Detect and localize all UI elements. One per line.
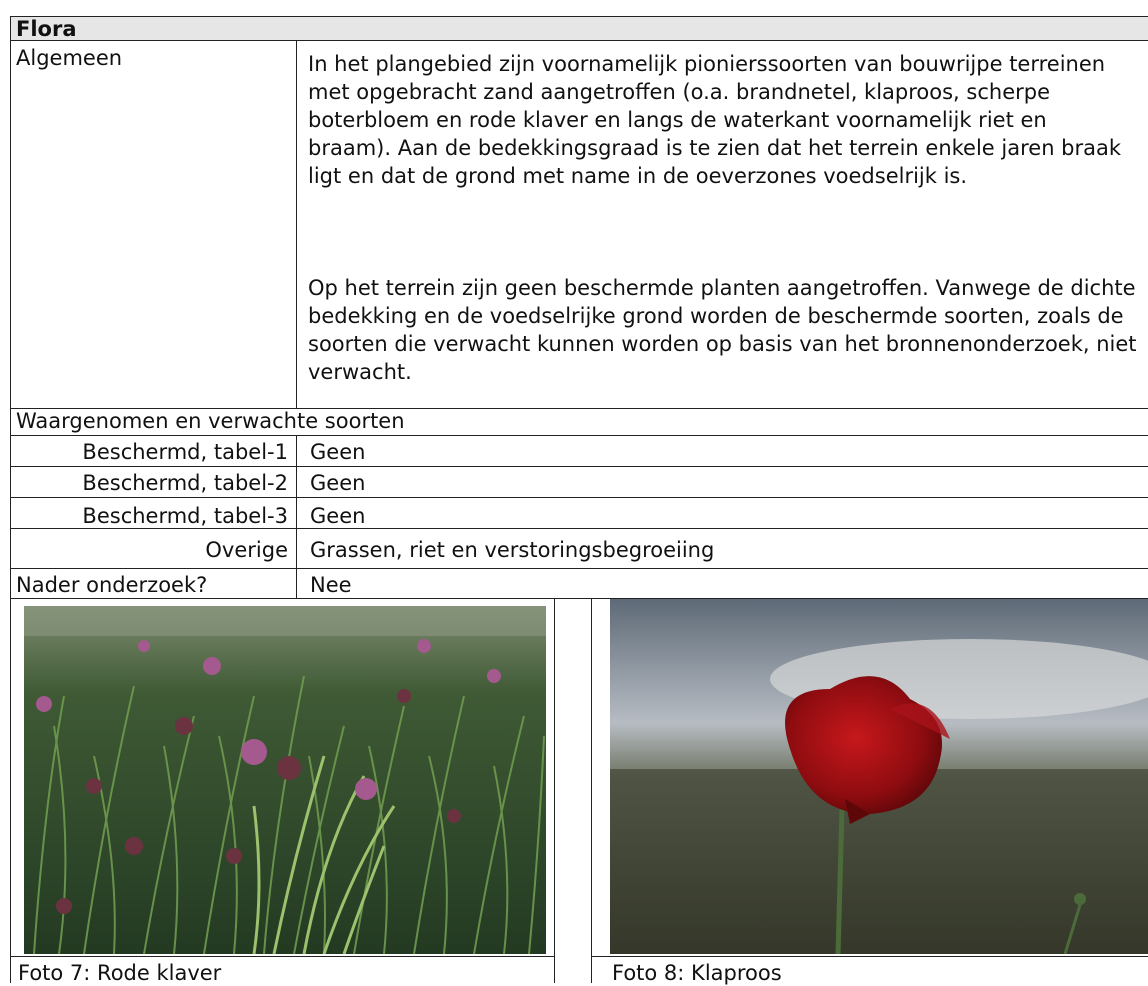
row-label-tabel-1: Beschermd, tabel-1 [82,440,288,464]
flora-table: Flora Algemeen In het plangebied zijn vo… [0,0,1148,985]
photo-7-caption: Foto 7: Rode klaver [18,961,222,985]
table-border [10,40,1148,41]
photo-poppy [610,599,1148,954]
table-border [10,568,1148,569]
row-label-tabel-2: Beschermd, tabel-2 [82,471,288,495]
algemeen-paragraph-1: In het plangebied zijn voornamelijk pion… [308,52,1122,188]
photo-red-clover [24,606,546,954]
table-border [10,497,1148,498]
row-value-tabel-3: Geen [310,504,366,528]
observed-species-header: Waargenomen en verwachte soorten [16,409,405,433]
row-value-tabel-1: Geen [310,440,366,464]
table-border [296,40,297,408]
row-value-overige: Grassen, riet en verstoringsbegroeiing [310,538,715,562]
table-header-background [10,16,1148,40]
nader-onderzoek-label: Nader onderzoek? [16,573,208,597]
algemeen-paragraph-2: Op het terrein zijn geen beschermde plan… [308,276,1137,384]
table-border [554,598,555,983]
row-value-tabel-2: Geen [310,471,366,495]
table-border [296,435,297,598]
caption-border [591,956,1148,957]
section-title: Flora [16,17,77,41]
algemeen-label: Algemeen [16,46,123,70]
photo-8-caption: Foto 8: Klaproos [612,961,782,985]
table-border [10,466,1148,467]
table-border [591,598,592,983]
nader-onderzoek-value: Nee [310,573,352,597]
row-label-tabel-3: Beschermd, tabel-3 [82,504,288,528]
table-border [10,16,11,983]
row-label-overige: Overige [205,538,288,562]
table-border [10,435,1148,436]
table-border [10,16,1148,17]
caption-border [10,956,554,957]
